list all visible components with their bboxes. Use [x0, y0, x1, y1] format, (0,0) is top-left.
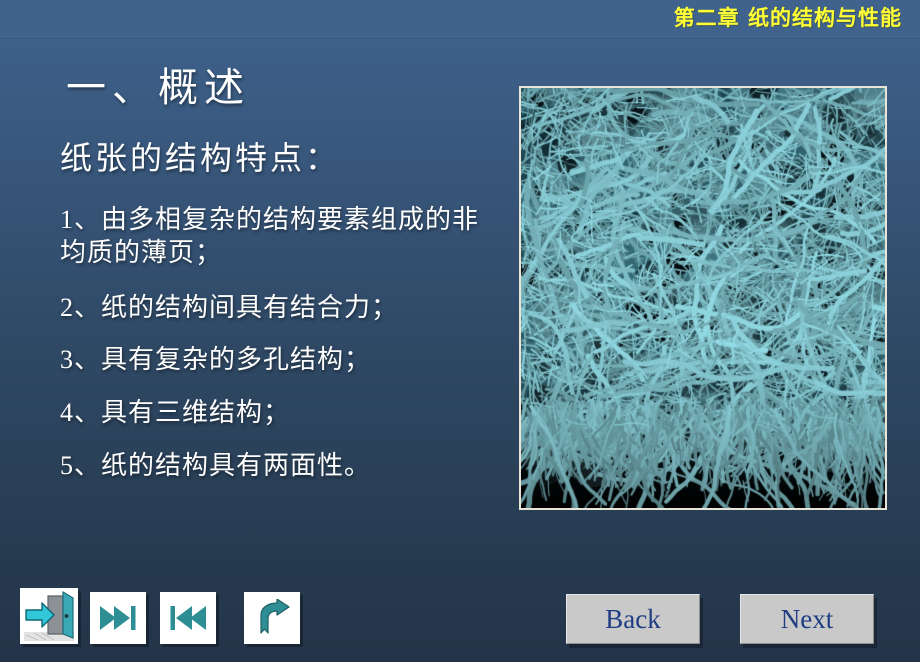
exit-button[interactable] — [20, 588, 78, 644]
next-button[interactable]: Next — [740, 594, 874, 644]
bullet-item-2: 2、纸的结构间具有结合力； — [60, 292, 399, 322]
slide-subtitle: 纸张的结构特点： — [60, 140, 341, 176]
bullet-item-5: 5、纸的结构具有两面性。 — [60, 450, 372, 480]
return-button[interactable] — [244, 592, 300, 644]
paper-fiber-sem-micrograph — [519, 86, 887, 510]
curved-return-arrow-icon — [260, 599, 290, 634]
micrograph-canvas — [521, 88, 885, 508]
back-button[interactable]: Back — [566, 594, 700, 644]
presentation-slide: 第二章 纸的结构与性能 一、概述 纸张的结构特点： 1、由多相复杂的结构要素组成… — [0, 0, 920, 662]
skip-forward-icon — [100, 606, 136, 630]
first-page-button[interactable] — [160, 592, 216, 644]
last-page-button[interactable] — [90, 592, 146, 644]
bullet-item-4: 4、具有三维结构； — [60, 398, 291, 427]
bullet-item-3: 3、具有复杂的多孔结构； — [60, 345, 372, 375]
header-divider — [0, 36, 920, 38]
bullet-item-1: 1、由多相复杂的结构要素组成的非均质的薄页； — [60, 205, 480, 267]
content-column: 一、概述 纸张的结构特点： 1、由多相复杂的结构要素组成的非均质的薄页； 2、纸… — [60, 64, 500, 503]
chapter-title: 第二章 纸的结构与性能 — [673, 6, 902, 30]
slide-title: 一、概述 — [66, 65, 250, 110]
exit-door-icon — [20, 588, 78, 644]
skip-backward-icon — [170, 606, 206, 630]
